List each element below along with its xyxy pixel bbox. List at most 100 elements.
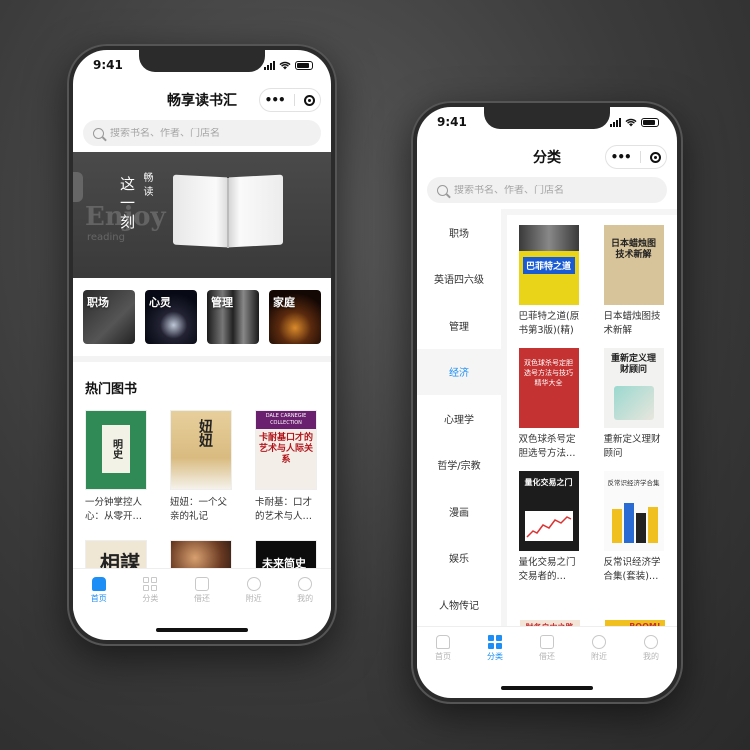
search-bar[interactable]: [83, 120, 321, 146]
book-card[interactable]: 日本蜡烛图技术新解 日本蜡烛图技术新解: [603, 225, 666, 338]
phone-category: 9:41 分类 ••• 职场 英语四六级 管理 经济 心理学 哲: [411, 101, 683, 704]
cover-chart-art: [524, 511, 573, 541]
category-family[interactable]: 家庭: [269, 290, 321, 344]
tab-bar: 首页 分类 借还 附近 我的: [417, 626, 677, 670]
sidebar-item-entertainment[interactable]: 娱乐: [417, 535, 501, 582]
tab-label: 分类: [487, 652, 503, 661]
book-card[interactable]: 重新定义理财顾问 重新定义理财顾问: [603, 348, 666, 461]
lamp-decoration: [73, 172, 83, 202]
borrow-icon: [194, 577, 209, 591]
sidebar-item-economics[interactable]: 经济: [417, 348, 501, 395]
tab-label: 附近: [245, 594, 262, 603]
cover-text: 巴菲特之道: [522, 257, 575, 274]
tab-label: 借还: [193, 594, 210, 603]
book-title: 日本蜡烛图技术新解: [603, 311, 661, 336]
book-card[interactable]: 双色球杀号定胆选号方法与技巧精华大全 双色球杀号定胆选号方法…: [518, 348, 581, 461]
book-cover: 妞妞: [170, 410, 232, 490]
grid-icon: [143, 577, 158, 591]
status-time: 9:41: [437, 115, 467, 129]
tab-label: 首页: [90, 594, 107, 603]
nav-bar: 畅享读书汇 •••: [73, 84, 331, 116]
more-icon[interactable]: •••: [611, 150, 632, 164]
section-divider: [73, 356, 331, 362]
cover-text: 重新定义理财顾问: [610, 354, 656, 375]
compass-icon: [246, 577, 261, 591]
notch: [139, 50, 265, 72]
banner[interactable]: Enjoy reading 这一刻 畅读: [73, 152, 331, 278]
sidebar-item-career[interactable]: 职场: [417, 209, 501, 256]
book-row: 量化交易之门 量化交易之门交易者的… 反常识经济学合集 反常识经济学合集(套装)…: [507, 471, 677, 584]
book-card[interactable]: 明史 一分钟掌控人心：从零开…: [85, 410, 149, 524]
search-icon: [93, 127, 104, 139]
tab-label: 分类: [142, 594, 159, 603]
hot-books-row: 明史 一分钟掌控人心：从零开… 妞妞 妞妞：一个父亲的礼记 DALE CARNE…: [85, 410, 319, 524]
close-target-icon[interactable]: [650, 151, 662, 163]
home-icon: [436, 635, 450, 649]
home-indicator: [156, 628, 248, 632]
sidebar-item-philosophy[interactable]: 哲学/宗教: [417, 442, 501, 489]
sidebar-item-english[interactable]: 英语四六级: [417, 256, 501, 303]
signal-icon: [264, 60, 275, 70]
book-row: 巴菲特之道 巴菲特之道(原书第3版)(精) 日本蜡烛图技术新解 日本蜡烛图技术新…: [507, 225, 677, 338]
cover-text: 日本蜡烛图技术新解: [610, 239, 656, 260]
tab-home[interactable]: 首页: [77, 577, 121, 604]
profile-icon: [298, 577, 313, 591]
search-bar[interactable]: [427, 177, 667, 203]
sidebar-item-comics[interactable]: 漫画: [417, 488, 501, 535]
banner-slogan-sub: 畅读: [141, 172, 152, 200]
grid-icon: [488, 635, 502, 649]
book-card[interactable]: 巴菲特之道 巴菲特之道(原书第3版)(精): [518, 225, 581, 338]
book-title: 妞妞：一个父亲的礼记: [170, 497, 228, 522]
category-management[interactable]: 管理: [207, 290, 259, 344]
cover-text: 双色球杀号定胆选号方法与技巧精华大全: [524, 359, 573, 387]
search-input[interactable]: [110, 127, 304, 139]
tab-home[interactable]: 首页: [421, 635, 465, 662]
book-title: 量化交易之门交易者的…: [518, 557, 576, 582]
cover-text: 妞妞: [197, 419, 213, 447]
status-time: 9:41: [93, 58, 123, 72]
book-card[interactable]: 反常识经济学合集 反常识经济学合集(套装)…: [603, 471, 666, 584]
tab-label: 附近: [591, 652, 607, 661]
home-screen: 9:41 畅享读书汇 ••• Enjoy reading 这一刻 畅读: [73, 50, 331, 640]
book-cover: 日本蜡烛图技术新解: [603, 225, 664, 305]
status-icons: [264, 60, 313, 70]
book-cover: 量化交易之门: [518, 471, 579, 551]
battery-icon: [641, 117, 659, 127]
tab-label: 我的: [643, 652, 659, 661]
category-shortcuts: 职场 心灵 管理 家庭: [83, 290, 321, 344]
book-cover: 重新定义理财顾问: [603, 348, 664, 428]
home-icon: [91, 577, 106, 591]
sidebar-item-biography[interactable]: 人物传记: [417, 581, 501, 628]
book-title: 双色球杀号定胆选号方法…: [518, 434, 576, 459]
book-card[interactable]: 妞妞 妞妞：一个父亲的礼记: [170, 410, 234, 524]
search-input[interactable]: [454, 184, 650, 196]
book-title: 重新定义理财顾问: [603, 434, 661, 459]
more-icon[interactable]: •••: [265, 93, 286, 107]
tab-category[interactable]: 分类: [128, 577, 172, 604]
tab-mine[interactable]: 我的: [629, 635, 673, 662]
book-title: 反常识经济学合集(套装)…: [603, 557, 661, 582]
category-career[interactable]: 职场: [83, 290, 135, 344]
profile-icon: [644, 635, 658, 649]
compass-icon: [592, 635, 606, 649]
category-mind[interactable]: 心灵: [145, 290, 197, 344]
book-title: 巴菲特之道(原书第3版)(精): [518, 311, 580, 336]
tab-borrow[interactable]: 借还: [180, 577, 224, 604]
tab-borrow[interactable]: 借还: [525, 635, 569, 662]
tab-nearby[interactable]: 附近: [232, 577, 276, 604]
tab-bar: 首页 分类 借还 附近 我的: [73, 568, 331, 612]
book-card[interactable]: DALE CARNEGIE COLLECTION 卡耐基口才的艺术与人际关系 卡…: [255, 410, 319, 524]
page-title: 分类: [533, 150, 561, 166]
close-target-icon[interactable]: [304, 94, 316, 106]
page-title: 畅享读书汇: [167, 93, 237, 109]
sidebar-item-management[interactable]: 管理: [417, 302, 501, 349]
book-card[interactable]: 量化交易之门 量化交易之门交易者的…: [518, 471, 581, 584]
sidebar-item-psychology[interactable]: 心理学: [417, 395, 501, 442]
tab-mine[interactable]: 我的: [283, 577, 327, 604]
capsule-divider: [640, 151, 641, 163]
tab-category[interactable]: 分类: [473, 635, 517, 662]
tab-label: 我的: [297, 594, 314, 603]
phone-home: 9:41 畅享读书汇 ••• Enjoy reading 这一刻 畅读: [67, 44, 337, 646]
signal-icon: [610, 117, 621, 127]
tab-nearby[interactable]: 附近: [577, 635, 621, 662]
